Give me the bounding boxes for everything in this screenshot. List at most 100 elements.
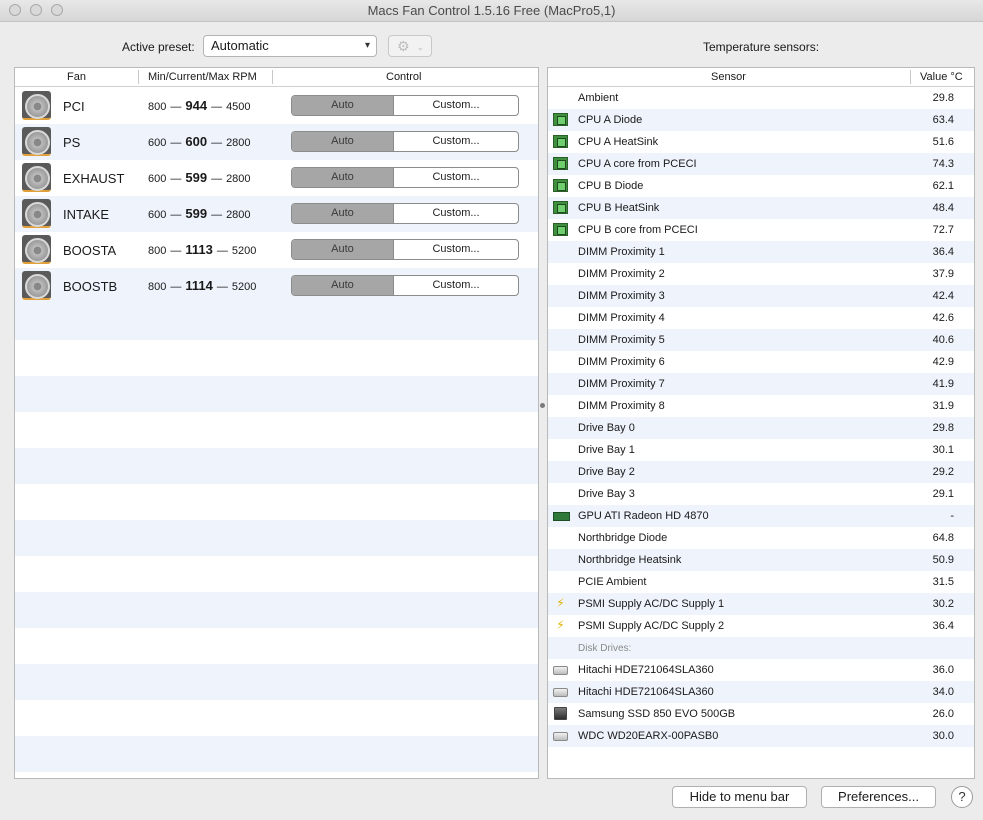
sensor-value: 62.1 xyxy=(932,180,954,192)
sensor-row[interactable]: CPU A core from PCECI 74.3 xyxy=(548,153,974,175)
sensor-value: 72.7 xyxy=(932,224,954,236)
sensor-name: Drive Bay 3 xyxy=(578,488,635,500)
sensor-row[interactable]: DIMM Proximity 5 40.6 xyxy=(548,329,974,351)
sensor-value: 30.2 xyxy=(932,598,954,610)
sensor-group-header: Disk Drives: xyxy=(548,637,974,659)
custom-button[interactable]: Custom... xyxy=(394,276,518,295)
hard-drive-icon xyxy=(553,732,568,741)
sensor-row[interactable]: DIMM Proximity 1 36.4 xyxy=(548,241,974,263)
fan-rpm: 800—1114—5200 xyxy=(148,278,256,293)
sensor-name: WDC WD20EARX-00PASB0 xyxy=(578,730,719,742)
preset-gear-button[interactable]: ⚙ ⌄ xyxy=(388,35,432,57)
sensor-column-header[interactable]: Sensor xyxy=(711,71,746,83)
sensor-row[interactable]: Hitachi HDE721064SLA360 36.0 xyxy=(548,659,974,681)
auto-button[interactable]: Auto xyxy=(292,132,394,151)
sensor-row[interactable]: ⚡ PSMI Supply AC/DC Supply 2 36.4 xyxy=(548,615,974,637)
value-column-header[interactable]: Value °C xyxy=(920,71,963,83)
hide-to-menu-bar-button[interactable]: Hide to menu bar xyxy=(672,786,807,808)
sensor-row[interactable]: DIMM Proximity 6 42.9 xyxy=(548,351,974,373)
rpm-column-header[interactable]: Min/Current/Max RPM xyxy=(148,71,257,83)
fan-row-intake[interactable]: INTAKE 600—599—2800 Auto Custom... xyxy=(15,196,538,232)
sensor-value: 36.0 xyxy=(932,664,954,676)
sensor-name: CPU A HeatSink xyxy=(578,136,659,148)
fan-column-header[interactable]: Fan xyxy=(67,71,86,83)
fan-rpm-current: 599 xyxy=(185,170,208,185)
sensor-name: Drive Bay 0 xyxy=(578,422,635,434)
sensor-value: 36.4 xyxy=(932,620,954,632)
sensor-name: DIMM Proximity 3 xyxy=(578,290,665,302)
fan-rpm-max: 4500 xyxy=(226,101,251,113)
rpm-dash: — xyxy=(170,101,182,113)
control-column-header[interactable]: Control xyxy=(386,71,421,83)
close-window-button[interactable] xyxy=(9,4,21,16)
fan-rpm-max: 2800 xyxy=(226,173,251,185)
fan-row-exhaust[interactable]: EXHAUST 600—599—2800 Auto Custom... xyxy=(15,160,538,196)
sensor-row[interactable]: Northbridge Diode 64.8 xyxy=(548,527,974,549)
sensor-row[interactable]: DIMM Proximity 2 37.9 xyxy=(548,263,974,285)
sensor-row[interactable]: Drive Bay 1 30.1 xyxy=(548,439,974,461)
auto-button[interactable]: Auto xyxy=(292,168,394,187)
split-view-handle[interactable] xyxy=(540,403,545,408)
app-window: Macs Fan Control 1.5.16 Free (MacPro5,1)… xyxy=(0,0,983,820)
sensor-row[interactable]: GPU ATI Radeon HD 4870 - xyxy=(548,505,974,527)
fan-control-segmented: Auto Custom... xyxy=(291,275,519,296)
sensor-row[interactable]: CPU B HeatSink 48.4 xyxy=(548,197,974,219)
fan-control-segmented: Auto Custom... xyxy=(291,167,519,188)
fan-rpm-current: 944 xyxy=(185,98,208,113)
sensor-row[interactable]: Hitachi HDE721064SLA360 34.0 xyxy=(548,681,974,703)
sensor-row[interactable]: PCIE Ambient 31.5 xyxy=(548,571,974,593)
sensor-row[interactable]: CPU A HeatSink 51.6 xyxy=(548,131,974,153)
auto-button[interactable]: Auto xyxy=(292,96,394,115)
fan-row-ps[interactable]: PS 600—600—2800 Auto Custom... xyxy=(15,124,538,160)
sensor-row[interactable]: CPU B core from PCECI 72.7 xyxy=(548,219,974,241)
sensor-row[interactable]: WDC WD20EARX-00PASB0 30.0 xyxy=(548,725,974,747)
sensor-row[interactable]: DIMM Proximity 3 42.4 xyxy=(548,285,974,307)
sensor-row[interactable]: DIMM Proximity 4 42.6 xyxy=(548,307,974,329)
custom-button[interactable]: Custom... xyxy=(394,204,518,223)
sensor-row[interactable]: ⚡ PSMI Supply AC/DC Supply 1 30.2 xyxy=(548,593,974,615)
fan-rpm: 800—944—4500 xyxy=(148,98,251,113)
fan-name: PS xyxy=(63,135,81,150)
fan-rpm: 600—599—2800 xyxy=(148,206,251,221)
sensor-row[interactable]: Drive Bay 2 29.2 xyxy=(548,461,974,483)
fan-row-boostb[interactable]: BOOSTB 800—1114—5200 Auto Custom... xyxy=(15,268,538,304)
auto-button[interactable]: Auto xyxy=(292,240,394,259)
sensor-row[interactable]: Samsung SSD 850 EVO 500GB 26.0 xyxy=(548,703,974,725)
column-separator xyxy=(910,70,911,84)
custom-button[interactable]: Custom... xyxy=(394,96,518,115)
zoom-window-button[interactable] xyxy=(51,4,63,16)
custom-button[interactable]: Custom... xyxy=(394,240,518,259)
sensor-value: 64.8 xyxy=(932,532,954,544)
sensor-rows: Ambient 29.8 CPU A Diode 63.4 CPU A HeatSink… xyxy=(548,87,974,747)
fan-rpm-max: 5200 xyxy=(231,245,257,257)
fan-row-boosta[interactable]: BOOSTA 800—1113—5200 Auto Custom... xyxy=(15,232,538,268)
sensor-row[interactable]: DIMM Proximity 7 41.9 xyxy=(548,373,974,395)
active-preset-select[interactable]: Automatic ▾ xyxy=(203,35,377,57)
custom-button[interactable]: Custom... xyxy=(394,168,518,187)
sensor-row[interactable]: CPU A Diode 63.4 xyxy=(548,109,974,131)
sensor-row[interactable]: Drive Bay 3 29.1 xyxy=(548,483,974,505)
help-button[interactable]: ? xyxy=(951,786,973,808)
fan-rpm-max: 2800 xyxy=(226,137,251,149)
sensor-row[interactable]: Ambient 29.8 xyxy=(548,87,974,109)
sensor-value: 74.3 xyxy=(932,158,954,170)
auto-button[interactable]: Auto xyxy=(292,204,394,223)
sensor-row[interactable]: CPU B Diode 62.1 xyxy=(548,175,974,197)
sensor-name: Hitachi HDE721064SLA360 xyxy=(578,686,714,698)
fan-rpm-current: 600 xyxy=(185,134,208,149)
rpm-dash: — xyxy=(170,173,182,185)
fan-row-pci[interactable]: PCI 800—944—4500 Auto Custom... xyxy=(15,88,538,124)
sensor-row[interactable]: DIMM Proximity 8 31.9 xyxy=(548,395,974,417)
empty-row xyxy=(15,340,538,376)
sensor-row[interactable]: Drive Bay 0 29.8 xyxy=(548,417,974,439)
sensor-row[interactable]: Northbridge Heatsink 50.9 xyxy=(548,549,974,571)
minimize-window-button[interactable] xyxy=(30,4,42,16)
auto-button[interactable]: Auto xyxy=(292,276,394,295)
sensor-name: Drive Bay 2 xyxy=(578,466,635,478)
preferences-button[interactable]: Preferences... xyxy=(821,786,936,808)
empty-row xyxy=(15,376,538,412)
custom-button[interactable]: Custom... xyxy=(394,132,518,151)
empty-row xyxy=(15,304,538,340)
sensor-value: 26.0 xyxy=(932,708,954,720)
fan-name: BOOSTA xyxy=(63,243,117,258)
